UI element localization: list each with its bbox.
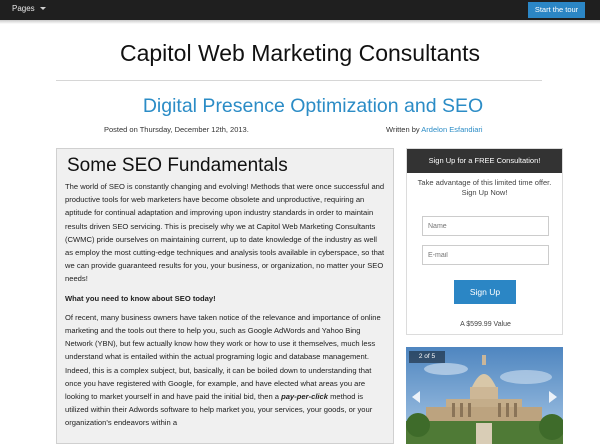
post-title[interactable]: Digital Presence Optimization and SEO [0, 95, 600, 118]
signup-header: Sign Up for a FREE Consultation! [407, 149, 562, 173]
slide-counter: 2 of 5 [409, 351, 445, 363]
paragraph-text: Of recent, many business owners have tak… [65, 312, 381, 402]
signup-widget: Sign Up for a FREE Consultation! Take ad… [406, 148, 563, 335]
navbar-shadow [0, 20, 600, 24]
image-carousel[interactable]: 2 of 5 [406, 347, 563, 444]
email-field[interactable] [422, 245, 549, 265]
written-by-label: Written by [386, 125, 422, 134]
pages-label: Pages [12, 4, 35, 13]
value-text: A $599.99 Value [460, 321, 511, 328]
post-date: Posted on Thursday, December 12th, 2013. [104, 125, 249, 134]
arrow-left-icon[interactable] [412, 391, 420, 403]
article-body: Some SEO Fundamentals The world of SEO i… [56, 148, 394, 444]
top-navbar: Pages Start the tour [0, 0, 600, 20]
article-heading: Some SEO Fundamentals [67, 155, 288, 176]
bold-term: pay-per-click [281, 392, 328, 402]
article-paragraph-2: Of recent, many business owners have tak… [65, 311, 385, 430]
signup-blurb: Take advantage of this limited time offe… [417, 178, 552, 197]
name-field[interactable] [422, 216, 549, 236]
author-link[interactable]: Ardelon Esfandiari [421, 125, 482, 134]
pages-menu[interactable]: Pages [12, 4, 46, 13]
article-paragraph: The world of SEO is constantly changing … [65, 182, 385, 284]
signup-button[interactable]: Sign Up [454, 280, 516, 304]
article-subheading: What you need to know about SEO today! [65, 293, 216, 303]
divider [56, 80, 542, 81]
start-tour-button[interactable]: Start the tour [528, 2, 585, 18]
site-title: Capitol Web Marketing Consultants [119, 40, 481, 66]
caret-down-icon [39, 7, 46, 10]
arrow-right-icon[interactable] [549, 391, 557, 403]
post-author-line: Written by Ardelon Esfandiari [386, 125, 483, 134]
